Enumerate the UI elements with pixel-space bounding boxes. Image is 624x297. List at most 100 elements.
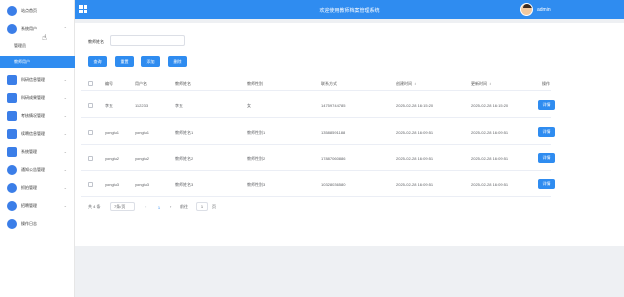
cell-created: 2025-02-28 16:15:20 <box>396 103 434 108</box>
sidebar-item-notices[interactable]: 通知公告管理 ⌄ <box>0 163 75 177</box>
row-divider <box>81 117 551 118</box>
th-name: 教师姓名 <box>175 81 191 86</box>
cell-phone: 13588591188 <box>321 130 346 135</box>
cell-gender: 女 <box>247 103 251 108</box>
user-icon <box>7 201 17 211</box>
page-size-select[interactable]: 7条/页 <box>110 202 135 211</box>
grid-icon <box>7 129 17 139</box>
page-number-current[interactable]: 1 <box>155 203 163 211</box>
submenu-item-label: 教师用户 <box>14 59 30 64</box>
th-updated[interactable]: 更新时间 ⇕ <box>471 81 492 87</box>
sidebar-item-label: 招聘管理 <box>21 203 37 208</box>
grid-icon <box>7 111 17 121</box>
cell-id: 李五 <box>105 103 113 108</box>
cell-phone: 10328036580 <box>321 182 346 187</box>
chevron-down-icon: ⌄ <box>63 77 67 82</box>
goto-label: 前往 <box>180 204 188 209</box>
detail-button[interactable]: 详情 <box>538 179 555 189</box>
sidebar-item-label: 续聘信息管理 <box>21 131 45 136</box>
cell-created: 2025-02-28 16:09:51 <box>396 182 434 187</box>
sidebar-item-label: 站点首页 <box>21 8 37 13</box>
sidebar-item-assessment[interactable]: 考核情况管理 ⌄ <box>0 109 75 123</box>
cell-name: 教师姓名3 <box>175 182 194 187</box>
goto-page-input[interactable]: 1 <box>196 202 208 211</box>
sidebar-item-home[interactable]: 站点首页 <box>0 4 75 18</box>
sidebar: 站点首页 系统用户 ⌃ ☝ 管理员 教师用户 科研信息管理 ⌄ 科研成果管理 ⌄… <box>0 0 75 297</box>
sidebar-item-system[interactable]: 系统管理 ⌄ <box>0 145 75 159</box>
grid-icon <box>7 75 17 85</box>
row-checkbox[interactable] <box>88 130 93 135</box>
cell-updated: 2025-02-28 16:09:51 <box>471 182 509 187</box>
sidebar-item-logs[interactable]: 操作日志 <box>0 217 75 231</box>
delete-button[interactable]: 删除 <box>168 56 187 67</box>
th-username: 用户名 <box>135 81 147 86</box>
grid-icon <box>7 147 17 157</box>
main-panel: 教师姓名 查询 重置 添加 删除 编号 用户名 教师姓名 教师性别 联系方式 创… <box>75 23 624 246</box>
cell-created: 2025-02-28 16:09:51 <box>396 130 434 135</box>
row-divider <box>81 170 551 171</box>
cell-name: 教师姓名1 <box>175 130 194 135</box>
sidebar-item-recruitment[interactable]: 招聘管理 ⌄ <box>0 199 75 213</box>
add-button[interactable]: 添加 <box>141 56 160 67</box>
row-checkbox[interactable] <box>88 103 93 108</box>
detail-button[interactable]: 详情 <box>538 100 555 110</box>
chevron-down-icon: ⌄ <box>63 185 67 190</box>
avatar[interactable] <box>520 3 533 16</box>
submenu-item-teacher-users[interactable]: 教师用户 <box>0 56 75 68</box>
sidebar-item-label: 抓拍管理 <box>21 185 37 190</box>
sidebar-item-research-info[interactable]: 科研信息管理 ⌄ <box>0 73 75 87</box>
cell-id: yonglu2 <box>105 156 120 161</box>
sidebar-item-capture[interactable]: 抓拍管理 ⌄ <box>0 181 75 195</box>
cell-gender: 教师性别3 <box>247 182 266 187</box>
query-button[interactable]: 查询 <box>88 56 107 67</box>
sidebar-item-label: 系统用户 <box>21 26 37 31</box>
sidebar-item-label: 操作日志 <box>21 221 37 226</box>
sidebar-item-label: 科研成果管理 <box>21 95 45 100</box>
row-divider <box>81 196 551 197</box>
home-icon <box>7 6 17 16</box>
chevron-down-icon: ⌄ <box>63 113 67 118</box>
select-all-checkbox[interactable] <box>88 81 93 86</box>
cell-username: yonglu2 <box>135 156 150 161</box>
reset-button[interactable]: 重置 <box>115 56 134 67</box>
chevron-down-icon: ⌄ <box>63 131 67 136</box>
th-gender: 教师性别 <box>247 81 263 86</box>
row-divider <box>81 90 551 91</box>
th-id: 编号 <box>105 81 113 86</box>
row-divider <box>81 144 551 145</box>
pagination-total: 共 4 条 <box>88 204 101 209</box>
cell-gender: 教师性别1 <box>247 130 266 135</box>
sidebar-item-renewal[interactable]: 续聘信息管理 ⌄ <box>0 127 75 141</box>
th-created[interactable]: 创建时间 ⇕ <box>396 81 417 87</box>
search-label: 教师姓名 <box>88 39 104 44</box>
sidebar-item-label: 系统管理 <box>21 149 37 154</box>
submenu-item-admin[interactable]: 管理员 <box>0 40 75 52</box>
detail-button[interactable]: 详情 <box>538 153 555 163</box>
detail-button[interactable]: 详情 <box>538 127 555 137</box>
row-checkbox[interactable] <box>88 182 93 187</box>
cell-username: yonglu1 <box>135 130 150 135</box>
sidebar-item-research-results[interactable]: 科研成果管理 ⌄ <box>0 91 75 105</box>
sort-icon[interactable]: ⇕ <box>414 82 417 86</box>
sort-icon[interactable]: ⇕ <box>489 82 492 86</box>
next-page-button[interactable]: › <box>170 204 171 209</box>
cell-gender: 教师性别2 <box>247 156 266 161</box>
user-name[interactable]: admin <box>537 7 551 13</box>
teacher-name-input[interactable] <box>110 35 185 46</box>
bell-icon <box>7 165 17 175</box>
grid-icon <box>7 93 17 103</box>
sidebar-item-system-users[interactable]: 系统用户 ⌃ <box>0 22 75 36</box>
cell-id: yonglu1 <box>105 130 120 135</box>
top-header: 欢迎使用教师档案管理系统 admin <box>75 0 624 19</box>
submenu-item-label: 管理员 <box>14 43 26 48</box>
th-actions: 操作 <box>542 81 550 86</box>
page-unit-label: 页 <box>212 204 216 209</box>
cell-name: 李五 <box>175 103 183 108</box>
th-phone: 联系方式 <box>321 81 337 86</box>
chevron-up-icon: ⌃ <box>63 26 67 31</box>
row-checkbox[interactable] <box>88 156 93 161</box>
chevron-down-icon: ⌄ <box>63 149 67 154</box>
cell-updated: 2025-02-28 16:09:51 <box>471 130 509 135</box>
prev-page-button[interactable]: ‹ <box>145 204 146 209</box>
cell-username: 112233 <box>135 103 149 108</box>
